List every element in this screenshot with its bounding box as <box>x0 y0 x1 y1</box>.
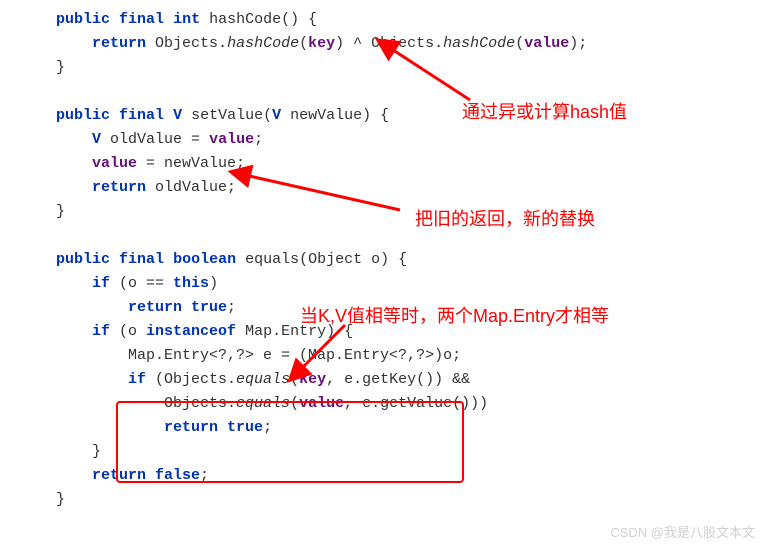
annotation-setvalue: 把旧的返回，新的替换 <box>415 205 595 234</box>
kw-this: this <box>173 275 209 292</box>
punct: ; <box>263 419 272 436</box>
kw-if: if <box>92 275 110 292</box>
kw-return: return <box>92 35 146 52</box>
text: (Objects. <box>146 371 236 388</box>
kw-final: final <box>119 251 164 268</box>
type-v: V <box>173 107 182 124</box>
param: newValue) { <box>281 107 389 124</box>
punct: ( <box>299 35 308 52</box>
text: oldValue = <box>101 131 209 148</box>
method-call: equals <box>236 395 290 412</box>
text: (o == <box>110 275 173 292</box>
type-v: V <box>272 107 281 124</box>
kw-if: if <box>128 371 146 388</box>
punct: () { <box>281 11 317 28</box>
kw-return-true: return true <box>128 299 227 316</box>
brace: } <box>92 443 101 460</box>
kw-boolean: boolean <box>173 251 236 268</box>
punct: . <box>434 35 443 52</box>
punct: ) <box>209 275 218 292</box>
method-name: hashCode <box>209 11 281 28</box>
field-value: value <box>299 395 344 412</box>
type-v: V <box>92 131 101 148</box>
punct: ; <box>200 467 209 484</box>
text: , e.getValue())) <box>344 395 488 412</box>
brace: } <box>56 59 65 76</box>
kw-public: public <box>56 11 110 28</box>
punct: ); <box>569 35 587 52</box>
kw-return-false: return false <box>92 467 200 484</box>
text: oldValue; <box>146 179 236 196</box>
brace: } <box>56 203 65 220</box>
punct: ( <box>263 107 272 124</box>
method-name: setValue <box>191 107 263 124</box>
kw-final: final <box>119 11 164 28</box>
punct: ( <box>290 395 299 412</box>
brace: } <box>56 491 65 508</box>
field-value: value <box>209 131 254 148</box>
watermark: CSDN @我是八股文本文 <box>610 523 755 544</box>
punct: ( <box>290 371 299 388</box>
kw-public: public <box>56 251 110 268</box>
text: (o <box>110 323 146 340</box>
method-call: equals <box>236 371 290 388</box>
punct: . <box>218 35 227 52</box>
code-block: public final int hashCode() { return Obj… <box>0 0 771 520</box>
cls: Objects <box>371 35 434 52</box>
punct: ( <box>515 35 524 52</box>
method-call: hashCode <box>227 35 299 52</box>
punct: ; <box>227 299 236 316</box>
punct: ; <box>254 131 263 148</box>
field-key: key <box>308 35 335 52</box>
text: Map.Entry<?,?> e = (Map.Entry<?,?>)o; <box>128 347 461 364</box>
kw-public: public <box>56 107 110 124</box>
annotation-equals: 当K,V值相等时，两个Map.Entry才相等 <box>300 302 609 331</box>
kw-return: return <box>92 179 146 196</box>
kw-return-true: return true <box>164 419 263 436</box>
text: , e.getKey()) && <box>326 371 470 388</box>
cls: Objects <box>155 35 218 52</box>
punct: ) ^ <box>335 35 371 52</box>
text: (Object o) { <box>299 251 407 268</box>
field-value: value <box>524 35 569 52</box>
annotation-hash: 通过异或计算hash值 <box>462 98 627 127</box>
field-value: value <box>92 155 137 172</box>
text: = newValue; <box>137 155 245 172</box>
text: Objects. <box>164 395 236 412</box>
kw-if: if <box>92 323 110 340</box>
method-name: equals <box>245 251 299 268</box>
method-call: hashCode <box>443 35 515 52</box>
kw-instanceof: instanceof <box>146 323 236 340</box>
kw-final: final <box>119 107 164 124</box>
kw-int: int <box>173 11 200 28</box>
field-key: key <box>299 371 326 388</box>
